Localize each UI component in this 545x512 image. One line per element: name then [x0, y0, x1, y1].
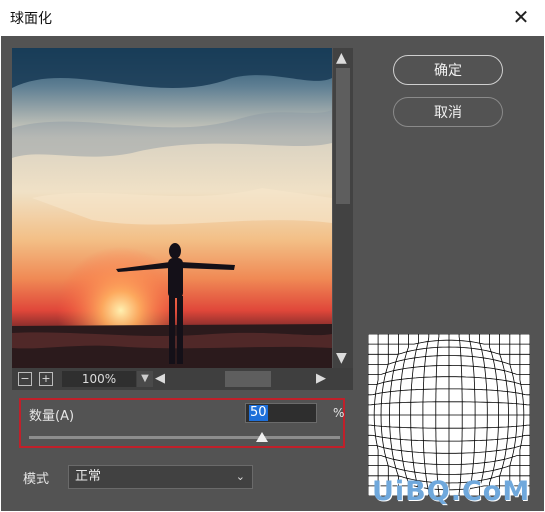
close-icon[interactable]: ✕ — [511, 7, 531, 27]
scroll-right-icon[interactable]: ▶ — [316, 371, 326, 386]
amount-input[interactable]: 50 — [245, 403, 317, 423]
sunset-photo — [12, 48, 332, 368]
scroll-left-icon[interactable]: ◀ — [155, 371, 165, 386]
dialog-title: 球面化 — [10, 11, 52, 27]
zoom-level[interactable]: 100% — [62, 371, 136, 387]
mode-select[interactable]: 正常 ⌄ — [68, 465, 253, 489]
ok-button[interactable]: 确定 — [393, 55, 503, 85]
title-bar: 球面化 ✕ — [0, 0, 545, 36]
percent-unit: % — [333, 406, 345, 420]
mode-value: 正常 — [75, 469, 102, 484]
amount-group: 数量(A) 50 % — [19, 398, 345, 448]
zoom-out-icon[interactable]: − — [18, 372, 32, 386]
chevron-down-icon[interactable]: ▼ — [137, 371, 153, 387]
scroll-down-icon[interactable]: ▼ — [336, 350, 347, 366]
cancel-button[interactable]: 取消 — [393, 97, 503, 127]
amount-label: 数量(A) — [29, 409, 75, 424]
watermark-logo: UiBQ.CoM — [372, 476, 531, 507]
zoom-in-icon[interactable]: + — [39, 372, 53, 386]
scroll-up-icon[interactable]: ▲ — [336, 50, 347, 66]
horizontal-scroll-thumb[interactable] — [225, 371, 271, 387]
spherize-grid-preview — [367, 333, 531, 497]
amount-value: 50 — [249, 405, 268, 421]
amount-slider-handle[interactable] — [256, 432, 269, 442]
mode-label: 模式 — [23, 472, 50, 487]
preview-vertical-scrollbar[interactable]: ▲ ▼ — [333, 48, 353, 368]
chevron-down-icon: ⌄ — [235, 470, 245, 483]
amount-slider-track[interactable] — [29, 436, 340, 439]
preview-image[interactable] — [12, 48, 332, 368]
vertical-scroll-thumb[interactable] — [336, 68, 350, 204]
preview-toolbar: − + 100% ▼ ◀ ▶ — [12, 368, 353, 390]
distortion-grid — [367, 333, 531, 497]
